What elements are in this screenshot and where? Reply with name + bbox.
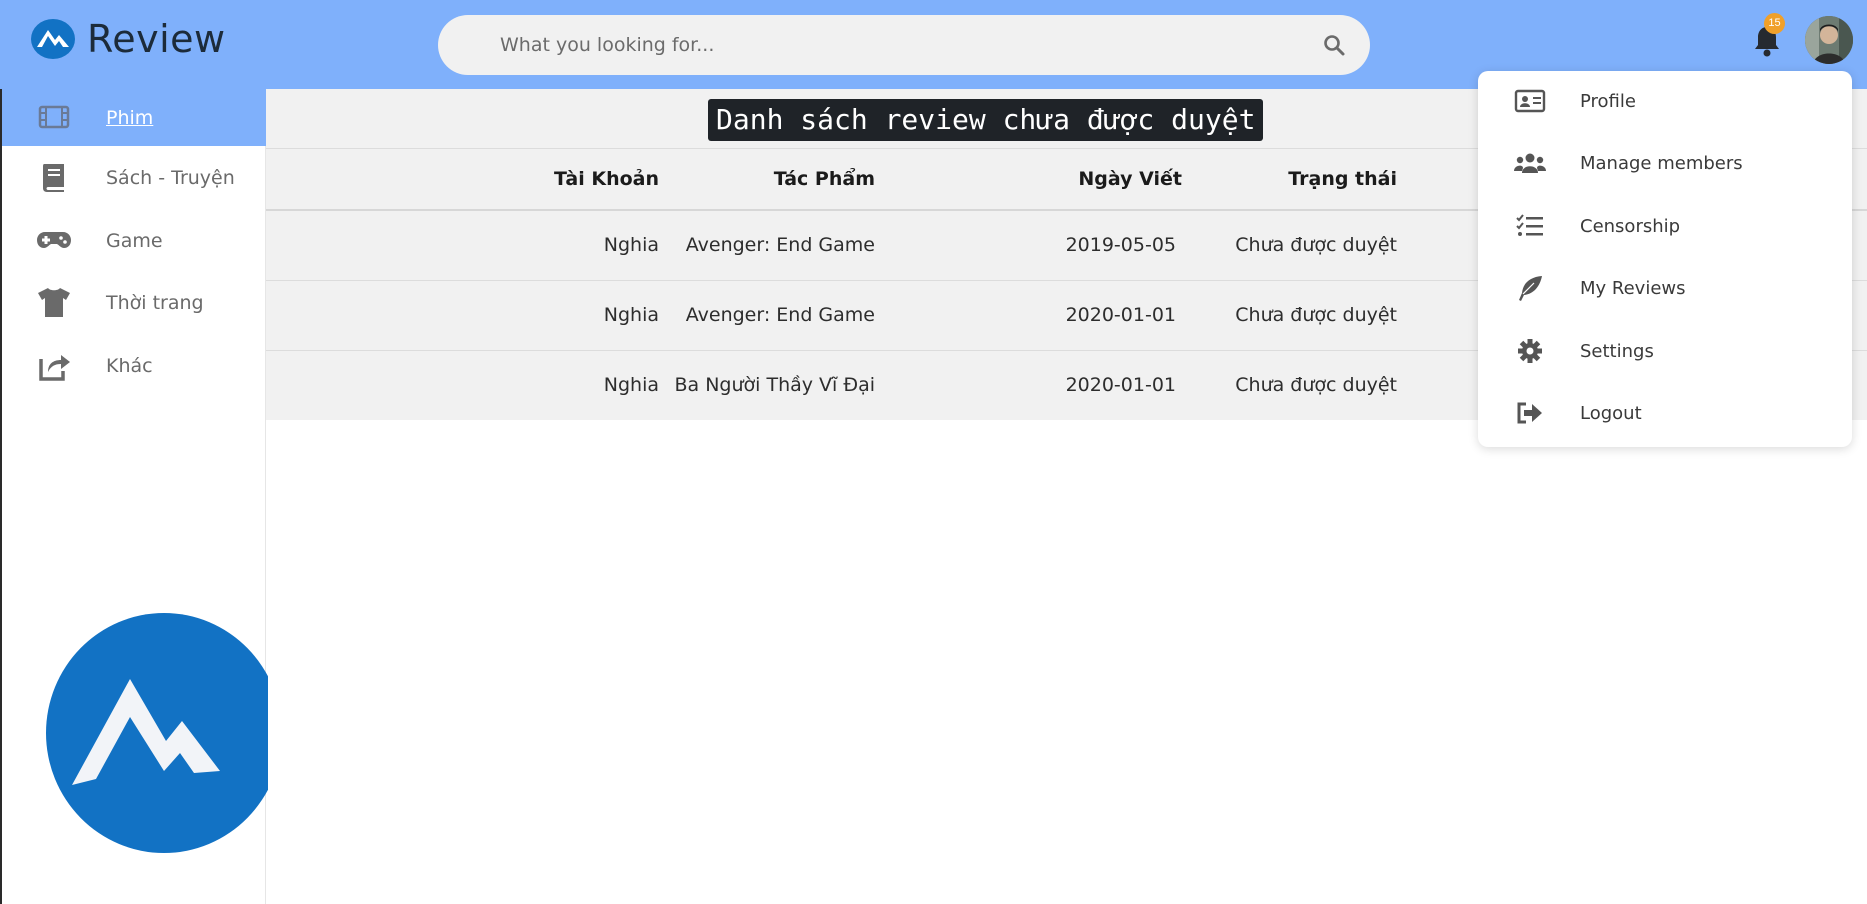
sidebar-item-label: Game xyxy=(106,229,163,252)
menu-item-logout[interactable]: Logout xyxy=(1478,387,1852,439)
brand[interactable]: Review xyxy=(29,14,226,64)
menu-item-label: Profile xyxy=(1580,90,1636,112)
sidebar-item-label: Khác xyxy=(106,354,153,377)
search-input[interactable] xyxy=(500,27,1260,63)
menu-item-label: Settings xyxy=(1580,340,1654,362)
cell-account: Nghia xyxy=(266,210,659,281)
sidebar-item-label: Phim xyxy=(106,106,154,129)
sidebar-item-thoi-trang[interactable]: Thời trang xyxy=(2,274,266,331)
menu-item-manage-members[interactable]: Manage members xyxy=(1478,137,1852,189)
cell-status: Chưa được duyệt xyxy=(1182,280,1397,351)
sidebar-item-sach-truyen[interactable]: Sách - Truyện xyxy=(2,149,266,206)
gamepad-icon xyxy=(37,232,71,248)
cell-status: Chưa được duyệt xyxy=(1182,210,1397,281)
menu-item-settings[interactable]: Settings xyxy=(1478,325,1852,377)
header-tai-khoan[interactable]: Tài Khoản xyxy=(266,149,659,211)
brand-logo-icon xyxy=(31,19,75,59)
header-ngay-viet[interactable]: Ngày Viết xyxy=(875,149,1182,211)
sidebar-item-phim[interactable]: Phim xyxy=(2,89,266,146)
user-dropdown-menu: Profile Manage members Censorship My Rev… xyxy=(1478,71,1852,447)
menu-item-label: Censorship xyxy=(1580,215,1681,237)
cell-account: Nghia xyxy=(603,374,659,397)
cell-account: Nghia xyxy=(266,280,659,351)
cell-date: 2020-01-01 xyxy=(875,280,1182,351)
id-card-icon xyxy=(1514,89,1546,113)
menu-item-label: My Reviews xyxy=(1580,277,1686,299)
page-title: Danh sách review chưa được duyệt xyxy=(708,99,1264,141)
checklist-icon xyxy=(1516,214,1543,236)
header-trang-thai[interactable]: Trạng thái xyxy=(1182,149,1397,211)
page: Review 15 xyxy=(0,0,1867,904)
cell-status: Chưa được duyệt xyxy=(1235,374,1397,397)
cell-work[interactable]: Avenger: End Game xyxy=(659,210,875,281)
book-icon xyxy=(43,164,64,192)
avatar[interactable] xyxy=(1805,16,1853,64)
share-icon xyxy=(39,355,70,381)
cell-date: 2019-05-05 xyxy=(875,210,1182,281)
brand-name: Review xyxy=(87,17,226,61)
menu-item-label: Logout xyxy=(1580,402,1642,424)
menu-item-profile[interactable]: Profile xyxy=(1478,75,1852,127)
film-icon xyxy=(38,105,70,129)
search-icon[interactable] xyxy=(1322,33,1346,57)
menu-item-censorship[interactable]: Censorship xyxy=(1478,200,1852,252)
sidebar-item-khac[interactable]: Khác xyxy=(2,337,266,394)
avatar-image xyxy=(1805,16,1853,64)
search-bar xyxy=(438,15,1370,75)
header-tac-pham[interactable]: Tác Phẩm xyxy=(659,149,875,211)
users-icon xyxy=(1514,153,1546,173)
sidebar-item-label: Thời trang xyxy=(106,291,204,314)
sidebar-item-label: Sách - Truyện xyxy=(106,166,235,189)
tshirt-icon xyxy=(38,288,70,317)
menu-item-label: Manage members xyxy=(1580,152,1743,174)
sign-out-icon xyxy=(1517,402,1542,424)
cell-work[interactable]: Ba Người Thầy Vĩ Đại xyxy=(659,350,875,420)
sidebar: Phim Sách - Truyện Game Thời trang Khác xyxy=(0,89,268,904)
cell-work[interactable]: Avenger: End Game xyxy=(659,280,875,351)
brand-logo-large-icon xyxy=(46,613,268,853)
notification-badge: 15 xyxy=(1764,13,1785,34)
menu-item-my-reviews[interactable]: My Reviews xyxy=(1478,262,1852,314)
feather-icon xyxy=(1519,276,1542,301)
gear-icon xyxy=(1518,339,1542,363)
cell-date: 2020-01-01 xyxy=(1065,374,1176,397)
sidebar-item-game[interactable]: Game xyxy=(2,212,266,269)
